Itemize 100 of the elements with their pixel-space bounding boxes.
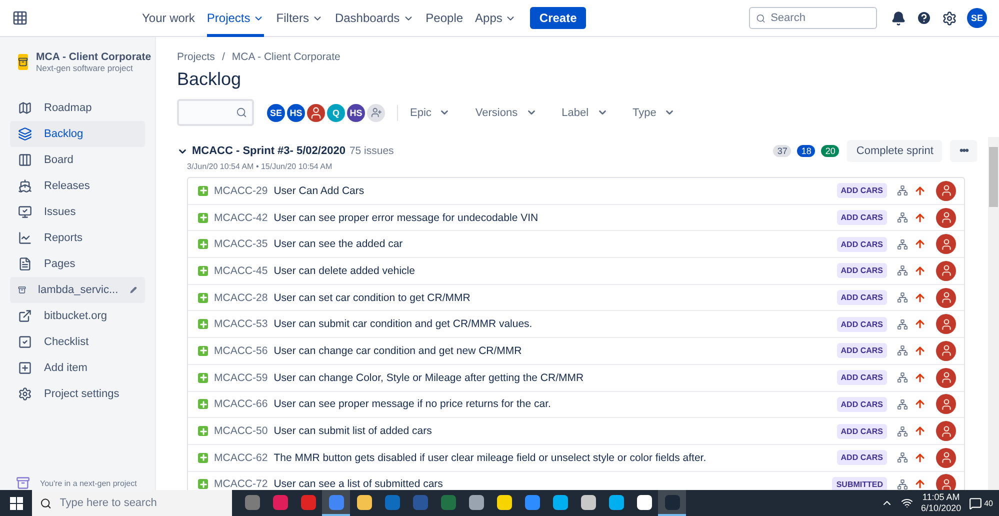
sidebar-item[interactable]: Releases xyxy=(10,173,145,199)
issue-key[interactable]: MCACC-42 xyxy=(214,212,268,224)
issue-key[interactable]: MCACC-66 xyxy=(214,398,268,410)
story-icon xyxy=(198,239,208,250)
issue-summary: User can see a list of submitted cars xyxy=(274,478,443,490)
story-icon xyxy=(198,372,208,383)
search-field[interactable]: Search xyxy=(749,7,877,29)
story-icon xyxy=(198,266,208,276)
priority-high-icon xyxy=(914,318,926,330)
sidebar-item-icon xyxy=(18,205,32,219)
filter-dropdown[interactable]: Label xyxy=(562,106,608,118)
nav-menu-item[interactable]: Dashboards xyxy=(334,0,414,36)
issue-summary: User can see proper message if no price returns for the car. xyxy=(274,398,551,410)
assignee-avatar xyxy=(936,421,956,442)
notification-button[interactable]: 40 xyxy=(969,496,993,510)
search-icon xyxy=(236,107,247,118)
taskbar-search-field[interactable]: Type here to search xyxy=(32,490,232,516)
issue-row[interactable]: MCACC-62 The MMR button gets disabled if user clear mileage field or unselect style or color fields after. ADD CARS xyxy=(188,444,964,472)
story-icon xyxy=(198,319,208,330)
user-avatar[interactable] xyxy=(305,102,327,124)
issue-key[interactable]: MCACC-62 xyxy=(214,452,268,464)
user-avatar[interactable]: SE xyxy=(967,8,987,28)
issue-row[interactable]: MCACC-56 User can change car condition and get new CR/MMR ADD CARS xyxy=(188,338,964,365)
sidebar-item[interactable]: lambda_servic... xyxy=(10,277,145,303)
pencil-icon[interactable] xyxy=(130,284,137,296)
issue-key[interactable]: MCACC-56 xyxy=(214,344,268,357)
sidebar-item[interactable]: Issues xyxy=(10,199,145,225)
issue-summary: User can see proper error message for undecodable VIN xyxy=(274,212,538,224)
sidebar-item[interactable]: Board xyxy=(10,147,145,173)
create-button[interactable]: Create xyxy=(530,7,586,29)
search-field[interactable] xyxy=(177,99,254,126)
epic-label: ADD CARS xyxy=(836,263,887,278)
help-icon[interactable] xyxy=(916,10,932,26)
issue-key[interactable]: MCACC-53 xyxy=(214,318,268,330)
filter-dropdown[interactable]: Type xyxy=(632,106,676,118)
points-badge: 20 xyxy=(821,145,840,157)
assignee-avatar xyxy=(936,340,956,361)
nav-menu-item[interactable]: Apps xyxy=(475,0,516,36)
issue-summary: User Can Add Cars xyxy=(274,184,364,197)
complete-sprint-button[interactable]: Complete sprint xyxy=(847,140,942,162)
issue-key[interactable]: MCACC-59 xyxy=(214,372,268,384)
priority-high-icon xyxy=(914,238,926,250)
issue-summary: The MMR button gets disabled if user clear mileage field or unselect style or color fields after. xyxy=(274,452,706,464)
issue-summary: User can delete added vehicle xyxy=(274,264,415,277)
story-icon xyxy=(198,452,208,463)
issue-row[interactable]: MCACC-59 User can change Color, Style or Mileage after getting the CR/MMR ADD CARS xyxy=(188,364,964,392)
issue-row[interactable]: MCACC-45 User can delete added vehicle ADD CARS xyxy=(188,258,964,285)
issue-key[interactable]: MCACC-35 xyxy=(214,238,268,250)
breadcrumb-link[interactable]: Projects xyxy=(177,51,215,63)
nav-menu-item[interactable]: Your work xyxy=(142,0,195,36)
app-switcher-icon[interactable] xyxy=(12,10,28,26)
more-button[interactable]: ••• xyxy=(950,140,977,162)
nav-menu-item[interactable]: People xyxy=(426,0,464,36)
taskbar-clock[interactable]: 11:05 AM 6/10/2020 xyxy=(921,492,962,514)
sidebar-item[interactable]: Checklist xyxy=(10,329,145,355)
user-avatar[interactable]: SE xyxy=(265,102,287,124)
issue-row[interactable]: MCACC-66 User can see proper message if no price returns for the car. ADD CARS xyxy=(188,392,964,418)
search-icon xyxy=(756,12,766,24)
scrollbar[interactable] xyxy=(988,137,999,490)
issue-row[interactable]: MCACC-50 User can submit list of added cars ADD CARS xyxy=(188,418,964,445)
issue-row[interactable]: MCACC-29 User Can Add Cars ADD CARS xyxy=(188,178,964,205)
hierarchy-icon xyxy=(897,345,908,356)
issue-summary: User can change Color, Style or Mileage after getting the CR/MMR xyxy=(274,372,584,384)
search-icon xyxy=(40,496,52,510)
assignee-avatar xyxy=(936,368,956,388)
sidebar-item-icon xyxy=(18,101,32,115)
sidebar-item[interactable]: Add item xyxy=(10,355,145,381)
epic-label: ADD CARS xyxy=(836,183,887,198)
epic-label: ADD CARS xyxy=(836,370,887,386)
sidebar-item[interactable]: Project settings xyxy=(10,381,145,407)
breadcrumb-link[interactable]: MCA - Client Corporate xyxy=(232,51,340,63)
filter-dropdown[interactable]: Epic xyxy=(410,106,450,118)
sidebar-item[interactable]: Roadmap xyxy=(10,95,145,121)
taskbar-app-icon[interactable] xyxy=(658,490,686,516)
issue-row[interactable]: MCACC-42 User can see proper error message for undecodable VIN ADD CARS xyxy=(188,204,964,232)
issue-key[interactable]: MCACC-28 xyxy=(214,292,268,304)
filter-dropdown[interactable]: Versions xyxy=(475,106,537,118)
hierarchy-icon xyxy=(897,212,908,224)
issue-key[interactable]: MCACC-72 xyxy=(214,478,268,490)
bell-icon[interactable] xyxy=(891,10,906,26)
user-avatar[interactable]: HS xyxy=(285,102,307,124)
issue-row[interactable]: MCACC-35 User can see the added car ADD CARS xyxy=(188,231,964,258)
nav-menu-item[interactable]: Filters xyxy=(276,0,323,36)
issue-key[interactable]: MCACC-45 xyxy=(214,264,268,277)
assignee-avatar xyxy=(936,288,956,308)
search-input[interactable]: Search xyxy=(770,12,870,24)
nav-menu-item[interactable]: Projects xyxy=(206,0,264,36)
sidebar-item[interactable]: bitbucket.org xyxy=(10,303,145,329)
sidebar-item[interactable]: Backlog xyxy=(10,121,145,147)
story-icon xyxy=(198,479,208,490)
taskbar-search-input[interactable]: Type here to search xyxy=(60,497,224,509)
sidebar-item[interactable]: Pages xyxy=(10,251,145,277)
sidebar-item-icon xyxy=(18,361,32,375)
issue-row[interactable]: MCACC-28 User can set car condition to get CR/MMR ADD CARS xyxy=(188,284,964,312)
settings-icon[interactable] xyxy=(942,10,957,26)
issue-row[interactable]: MCACC-53 User can submit car condition and get CR/MMR values. ADD CARS xyxy=(188,311,964,338)
user-avatar[interactable]: HS xyxy=(345,102,367,124)
issue-key[interactable]: MCACC-50 xyxy=(214,425,268,438)
issue-key[interactable]: MCACC-29 xyxy=(214,184,268,197)
sidebar-item[interactable]: Reports xyxy=(10,225,145,251)
